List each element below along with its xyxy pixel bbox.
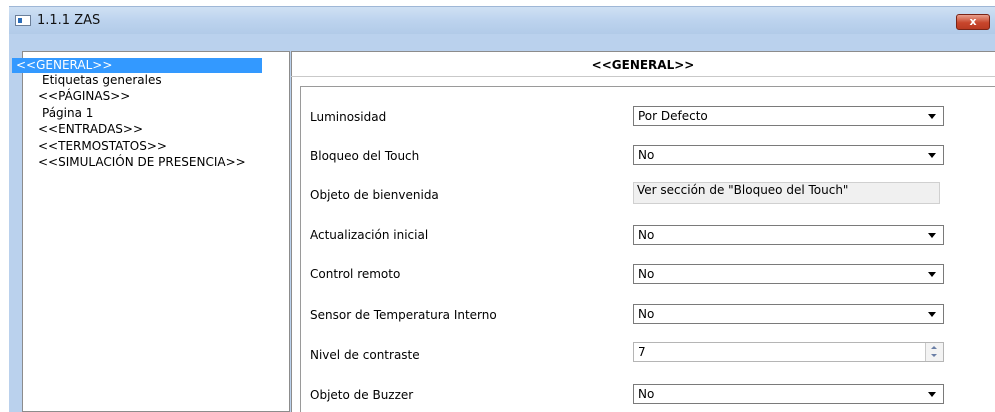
actualizacion-inicial-select[interactable]: No	[633, 225, 944, 245]
spin-up-icon[interactable]	[931, 346, 937, 349]
tree-item-etiquetas-generales[interactable]: Etiquetas generales	[38, 73, 166, 88]
label-objeto-buzzer: Objeto de Buzzer	[310, 388, 414, 402]
chevron-down-icon	[928, 392, 936, 397]
nivel-contraste-value: 7	[638, 345, 646, 359]
spin-down-icon[interactable]	[931, 354, 937, 357]
title-divider	[291, 76, 995, 77]
control-remoto-value: No	[638, 267, 655, 281]
label-bloqueo-touch: Bloqueo del Touch	[310, 149, 420, 163]
tree-item-termostatos[interactable]: <<TERMOSTATOS>>	[34, 139, 171, 154]
objeto-buzzer-value: No	[638, 387, 655, 401]
chevron-down-icon	[928, 312, 936, 317]
control-remoto-select[interactable]: No	[633, 264, 944, 284]
label-sensor-temperatura: Sensor de Temperatura Interno	[310, 308, 497, 322]
chevron-down-icon	[928, 114, 936, 119]
chevron-down-icon	[928, 233, 936, 238]
tree-item-general[interactable]: <<GENERAL>>	[12, 58, 262, 73]
sensor-temperatura-value: No	[638, 307, 655, 321]
objeto-bienvenida-field: Ver sección de "Bloqueo del Touch"	[633, 182, 940, 204]
label-actualizacion-inicial: Actualización inicial	[310, 228, 429, 242]
window-title: 1.1.1 ZAS	[37, 13, 101, 28]
form-area	[300, 86, 995, 412]
spinner-buttons[interactable]	[925, 343, 943, 361]
close-button[interactable]: x	[956, 14, 990, 30]
nivel-contraste-spinner[interactable]: 7	[633, 342, 944, 362]
luminosidad-select[interactable]: Por Defecto	[633, 106, 944, 126]
objeto-buzzer-select[interactable]: No	[633, 384, 944, 404]
chevron-down-icon	[928, 272, 936, 277]
tree-item-pagina-1[interactable]: Página 1	[38, 106, 97, 121]
tree-item-entradas[interactable]: <<ENTRADAS>>	[34, 122, 147, 137]
label-control-remoto: Control remoto	[310, 267, 401, 281]
luminosidad-value: Por Defecto	[638, 109, 708, 123]
tree-item-paginas[interactable]: <<PÁGINAS>>	[34, 89, 134, 104]
chevron-down-icon	[928, 153, 936, 158]
tree-item-simulacion-presencia[interactable]: <<SIMULACIÓN DE PRESENCIA>>	[34, 155, 250, 170]
bloqueo-touch-select[interactable]: No	[633, 145, 944, 165]
title-bar: 1.1.1 ZAS x	[9, 6, 995, 35]
window-app-icon	[15, 15, 31, 26]
page-title: <<GENERAL>>	[591, 58, 695, 72]
label-objeto-bienvenida: Objeto de bienvenida	[310, 188, 439, 202]
sensor-temperatura-select[interactable]: No	[633, 304, 944, 324]
label-luminosidad: Luminosidad	[310, 110, 387, 124]
actualizacion-inicial-value: No	[638, 228, 655, 242]
label-nivel-contraste: Nivel de contraste	[310, 348, 420, 362]
bloqueo-touch-value: No	[638, 148, 655, 162]
